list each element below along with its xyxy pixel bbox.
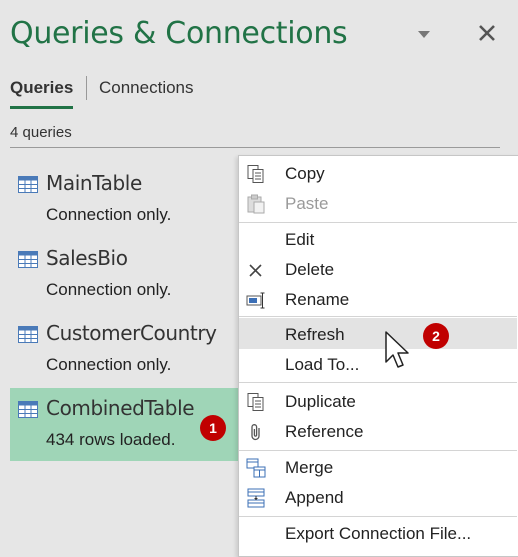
- query-name: SalesBio: [46, 246, 128, 270]
- tab-divider: [86, 76, 87, 100]
- delete-icon: [249, 264, 262, 277]
- menu-item-label: Paste: [285, 194, 329, 213]
- menu-item-label: Copy: [285, 164, 325, 183]
- menu-item-copy[interactable]: Copy: [239, 158, 517, 188]
- context-menu: Copy Paste Edit Delete Rename Refresh Lo…: [238, 155, 518, 557]
- table-icon: [18, 326, 38, 343]
- menu-item-label: Rename: [285, 290, 350, 309]
- dropdown-arrow-icon[interactable]: [414, 24, 434, 44]
- query-item-customercountry[interactable]: CustomerCountry Connection only.: [10, 313, 242, 385]
- query-name: CombinedTable: [46, 396, 195, 420]
- close-icon[interactable]: [476, 22, 498, 44]
- menu-item-append[interactable]: Append: [239, 482, 517, 512]
- mouse-pointer-icon: [385, 331, 409, 368]
- rename-icon: [246, 292, 265, 309]
- tab-queries[interactable]: Queries: [10, 78, 73, 98]
- menu-item-rename[interactable]: Rename: [239, 284, 517, 314]
- menu-separator: [239, 382, 517, 383]
- menu-item-duplicate[interactable]: Duplicate: [239, 386, 517, 416]
- menu-item-merge[interactable]: Merge: [239, 452, 517, 482]
- menu-item-label: Reference: [285, 422, 364, 441]
- menu-item-paste: Paste: [239, 188, 517, 218]
- callout-badge-2: 2: [423, 323, 449, 349]
- query-status: Connection only.: [46, 355, 172, 374]
- query-status: 434 rows loaded.: [46, 430, 176, 449]
- query-item-salesbio[interactable]: SalesBio Connection only.: [10, 238, 242, 310]
- menu-item-label: Merge: [285, 458, 334, 477]
- menu-item-label: Delete: [285, 260, 335, 279]
- pane-title: Queries & Connections: [10, 16, 348, 51]
- menu-item-export-connection-file[interactable]: Export Connection File...: [239, 518, 517, 548]
- menu-item-delete[interactable]: Delete: [239, 254, 517, 284]
- table-icon: [18, 401, 38, 418]
- paste-icon: [247, 194, 265, 214]
- duplicate-icon: [247, 393, 264, 411]
- query-status: Connection only.: [46, 280, 172, 299]
- active-tab-underline: [10, 106, 73, 109]
- menu-item-load-to[interactable]: Load To...: [239, 349, 517, 379]
- paperclip-icon: [251, 424, 260, 441]
- query-item-maintable[interactable]: MainTable Connection only.: [10, 163, 242, 235]
- menu-separator: [239, 222, 517, 223]
- table-icon: [18, 251, 38, 268]
- menu-separator: [239, 516, 517, 517]
- menu-separator: [239, 450, 517, 451]
- menu-item-label: Duplicate: [285, 392, 356, 411]
- query-status: Connection only.: [46, 205, 172, 224]
- menu-item-label: Export Connection File...: [285, 524, 472, 543]
- menu-item-label: Edit: [285, 230, 315, 249]
- divider: [10, 147, 500, 148]
- query-name: MainTable: [46, 171, 142, 195]
- menu-separator: [239, 316, 517, 317]
- table-icon: [18, 176, 38, 193]
- append-icon: [247, 488, 265, 508]
- query-count: 4 queries: [10, 124, 72, 141]
- menu-item-label: Append: [285, 488, 344, 507]
- merge-icon: [246, 458, 266, 478]
- menu-item-label: Refresh: [285, 325, 345, 344]
- query-name: CustomerCountry: [46, 321, 217, 345]
- copy-icon: [247, 165, 264, 183]
- menu-item-refresh[interactable]: Refresh: [239, 318, 517, 349]
- callout-badge-1: 1: [200, 415, 226, 441]
- menu-item-edit[interactable]: Edit: [239, 224, 517, 254]
- menu-item-label: Load To...: [285, 355, 360, 374]
- menu-item-reference[interactable]: Reference: [239, 416, 517, 446]
- tab-connections[interactable]: Connections: [99, 78, 194, 98]
